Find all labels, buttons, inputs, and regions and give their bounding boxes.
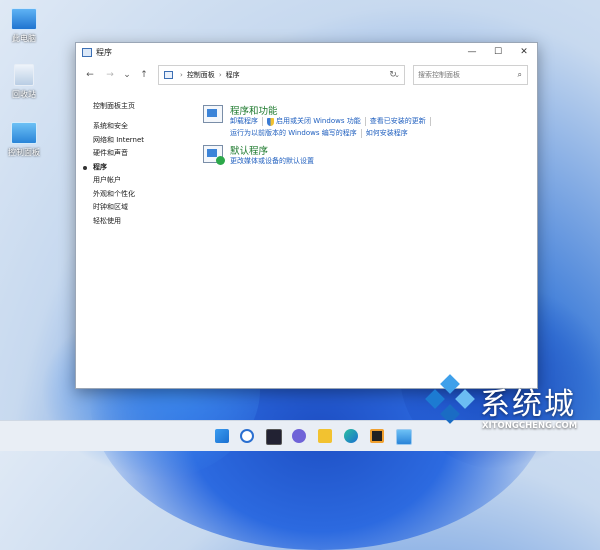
breadcrumb-separator: › bbox=[218, 71, 222, 79]
link-divider bbox=[360, 128, 362, 138]
close-button[interactable]: ✕ bbox=[511, 43, 537, 61]
window-title: 程序 bbox=[96, 47, 112, 57]
sidebar-item-user-accounts[interactable]: 用户帐户 bbox=[93, 174, 144, 188]
sidebar: 控制面板主页 系统和安全 网络和 Internet 硬件和声音 程序 用户帐户 … bbox=[82, 101, 144, 229]
up-button[interactable]: ↑ bbox=[136, 67, 152, 83]
breadcrumb-separator: › bbox=[180, 71, 183, 79]
category-links: 卸载程序 启用或关闭 Windows 功能 查看已安装的更新 运行为以前版本的 … bbox=[230, 116, 435, 139]
sidebar-item-appearance[interactable]: 外观和个性化 bbox=[93, 188, 144, 202]
link-divider bbox=[364, 117, 366, 127]
refresh-button[interactable]: ↻ bbox=[383, 65, 403, 85]
sidebar-item-clock-region[interactable]: 时钟和区域 bbox=[93, 201, 144, 215]
title-bar[interactable]: 程序 — ☐ ✕ bbox=[76, 43, 537, 61]
recycle-bin-icon bbox=[14, 64, 34, 86]
chat-icon[interactable] bbox=[292, 429, 306, 443]
default-programs-icon bbox=[203, 145, 225, 165]
control-panel-icon[interactable] bbox=[396, 429, 412, 445]
sidebar-home-link[interactable]: 控制面板主页 bbox=[93, 101, 144, 111]
desktop-icon-this-pc[interactable]: 此电脑 bbox=[6, 8, 42, 44]
search-icon[interactable]: ⌕ bbox=[518, 70, 522, 80]
back-button[interactable]: ← bbox=[82, 67, 98, 83]
search-placeholder: 搜索控制面板 bbox=[418, 71, 460, 79]
store-icon[interactable] bbox=[370, 429, 384, 443]
link-divider bbox=[262, 117, 263, 127]
sidebar-item-hardware-sound[interactable]: 硬件和声音 bbox=[93, 147, 144, 161]
compatibility-link[interactable]: 运行为以前版本的 Windows 编写的程序 bbox=[230, 128, 357, 140]
programs-features-icon bbox=[203, 105, 223, 123]
computer-icon bbox=[11, 8, 37, 30]
edge-icon[interactable] bbox=[344, 429, 358, 443]
category-links: 更改媒体或设备的默认设置 bbox=[230, 156, 314, 168]
control-panel-window: 程序 — ☐ ✕ ← → ⌄ ↑ › 控制面板 › 程序 ⌄ ↻ 搜索控制面板 … bbox=[75, 42, 538, 389]
sidebar-item-ease-of-access[interactable]: 轻松使用 bbox=[93, 215, 144, 229]
change-default-settings-link[interactable]: 更改媒体或设备的默认设置 bbox=[230, 156, 314, 168]
uac-shield-icon bbox=[267, 117, 274, 126]
desktop-icon-label: 回收站 bbox=[12, 90, 36, 99]
sidebar-item-system-security[interactable]: 系统和安全 bbox=[93, 120, 144, 134]
maximize-button[interactable]: ☐ bbox=[485, 43, 511, 61]
xitongcheng-logo-icon bbox=[425, 374, 475, 424]
search-box[interactable]: 搜索控制面板 ⌕ bbox=[413, 65, 528, 85]
desktop-icon-recycle-bin[interactable]: 回收站 bbox=[6, 64, 42, 100]
watermark: 系统城 XITONGCHENG.COM bbox=[420, 374, 600, 435]
search-icon[interactable] bbox=[240, 429, 254, 443]
uninstall-program-link[interactable]: 卸载程序 bbox=[230, 116, 258, 128]
installed-updates-link[interactable]: 查看已安装的更新 bbox=[370, 116, 426, 128]
windows-features-link[interactable]: 启用或关闭 Windows 功能 bbox=[276, 116, 361, 128]
watermark-brand: 系统城 bbox=[480, 387, 576, 422]
category-title[interactable]: 程序和功能 bbox=[230, 103, 278, 117]
forward-button[interactable]: → bbox=[102, 67, 118, 83]
desktop-icon-label: 控制面板 bbox=[8, 148, 40, 157]
control-panel-icon bbox=[11, 122, 37, 144]
category-title[interactable]: 默认程序 bbox=[230, 143, 268, 157]
control-panel-icon bbox=[82, 47, 92, 57]
watermark-url: XITONGCHENG.COM bbox=[482, 421, 578, 431]
desktop-icon-control-panel[interactable]: 控制面板 bbox=[6, 122, 42, 158]
control-panel-icon bbox=[164, 71, 173, 79]
minimize-button[interactable]: — bbox=[459, 43, 485, 61]
how-to-install-link[interactable]: 如何安装程序 bbox=[366, 128, 408, 140]
recent-locations-button[interactable]: ⌄ bbox=[122, 67, 132, 83]
sidebar-item-programs[interactable]: 程序 bbox=[82, 161, 144, 175]
link-divider bbox=[429, 117, 431, 127]
sidebar-item-network-internet[interactable]: 网络和 Internet bbox=[93, 134, 144, 148]
breadcrumb-programs[interactable]: 程序 bbox=[226, 70, 240, 80]
address-bar[interactable]: › 控制面板 › 程序 ⌄ bbox=[158, 65, 405, 85]
task-view-icon[interactable] bbox=[266, 429, 282, 445]
desktop-icon-label: 此电脑 bbox=[12, 34, 36, 43]
breadcrumb-control-panel[interactable]: 控制面板 bbox=[187, 70, 215, 80]
file-explorer-icon[interactable] bbox=[318, 429, 332, 443]
start-icon[interactable] bbox=[215, 429, 229, 443]
